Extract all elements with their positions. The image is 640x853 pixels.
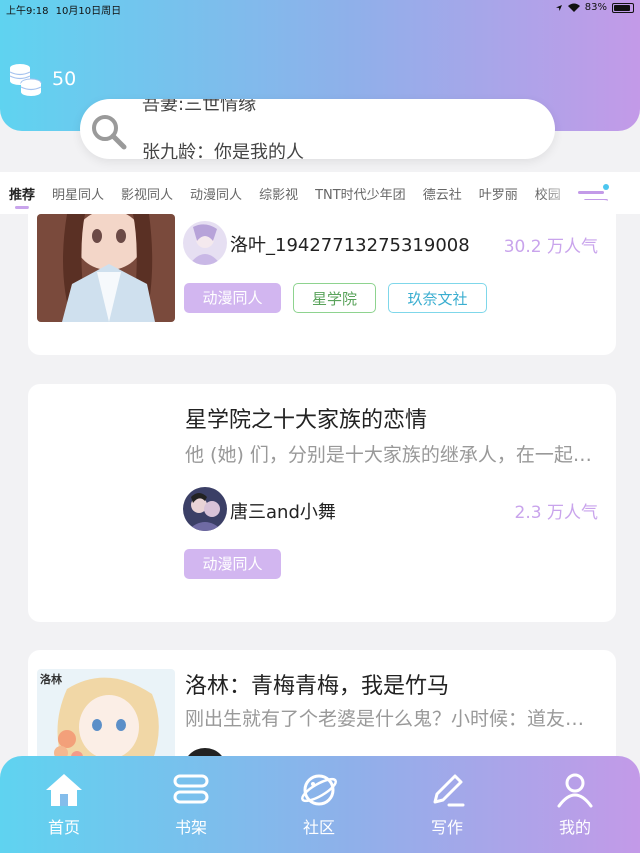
battery-icon [612, 2, 634, 13]
book-cover-illustration [37, 214, 175, 322]
book-title[interactable]: 洛林：青梅青梅，我是竹马 [185, 668, 449, 700]
tag-chip[interactable]: 动漫同人 [184, 549, 281, 579]
search-bar[interactable]: 吾妻:三世情缘 张九龄：你是我的人 [80, 99, 555, 159]
status-time: 上午9:18 [6, 6, 49, 17]
status-right: 83% [555, 2, 634, 13]
tab-community-label: 社区 [302, 818, 335, 837]
book-cover[interactable] [37, 214, 175, 322]
coin-count: 50 [52, 68, 77, 90]
search-suggestion-2: 张九龄：你是我的人 [142, 142, 304, 159]
author-avatar[interactable] [183, 487, 227, 531]
status-bar: 上午9:18 10月10日周日 83% [0, 0, 640, 18]
tag-chip[interactable]: 动漫同人 [184, 283, 281, 313]
tab-home-label: 首页 [47, 818, 80, 837]
pen-icon [433, 774, 465, 807]
book-description: 刚出生就有了个老婆是什么鬼？小时候：道友你好 [185, 708, 600, 730]
status-time-date: 上午9:18 10月10日周日 [6, 2, 121, 17]
coin-balance[interactable]: 50 [8, 62, 76, 96]
tab-community[interactable]: 社区 [269, 772, 369, 838]
author-name[interactable]: 洛叶_19427713275319008 [230, 231, 470, 257]
author-avatar[interactable] [183, 221, 227, 265]
tag-chip[interactable]: 玖奈文社 [388, 283, 487, 313]
bookshelf-icon [173, 774, 209, 804]
search-icon [92, 115, 127, 150]
popularity-count: 2.3 万人气 [514, 503, 598, 523]
search-suggestion-1: 吾妻:三世情缘 [142, 99, 257, 115]
home-icon [46, 774, 82, 806]
planet-icon [301, 774, 337, 806]
bottom-tab-bar: 首页 书架 社区 写作 我的 [0, 756, 640, 853]
tag-chip[interactable]: 星学院 [293, 283, 376, 313]
popularity-count: 30.2 万人气 [503, 237, 598, 257]
book-cover-text: 洛林 [40, 673, 62, 686]
tab-bookshelf-label: 书架 [174, 818, 207, 837]
tab-write-label: 写作 [430, 818, 463, 837]
wifi-icon [567, 3, 580, 12]
battery-percent: 83% [584, 2, 607, 13]
tab-mine-label: 我的 [558, 818, 591, 837]
coins-icon [9, 64, 42, 96]
tab-mine[interactable]: 我的 [525, 772, 625, 838]
location-icon [555, 4, 562, 11]
author-name[interactable]: 唐三and小舞 [230, 498, 336, 524]
book-title[interactable]: 星学院之十大家族的恋情 [185, 402, 427, 434]
tab-bookshelf[interactable]: 书架 [141, 772, 241, 838]
category-tab-recommended[interactable]: 推荐 [9, 184, 35, 209]
book-description: 他 (她) 们，分别是十大家族的继承人，在一起经历了许多事情 [185, 444, 600, 466]
tab-write[interactable]: 写作 [397, 772, 497, 838]
book-cover[interactable]: 洛林 [37, 669, 175, 769]
tab-home[interactable]: 首页 [14, 772, 114, 838]
status-date: 10月10日周日 [55, 6, 122, 17]
user-icon [557, 773, 593, 808]
